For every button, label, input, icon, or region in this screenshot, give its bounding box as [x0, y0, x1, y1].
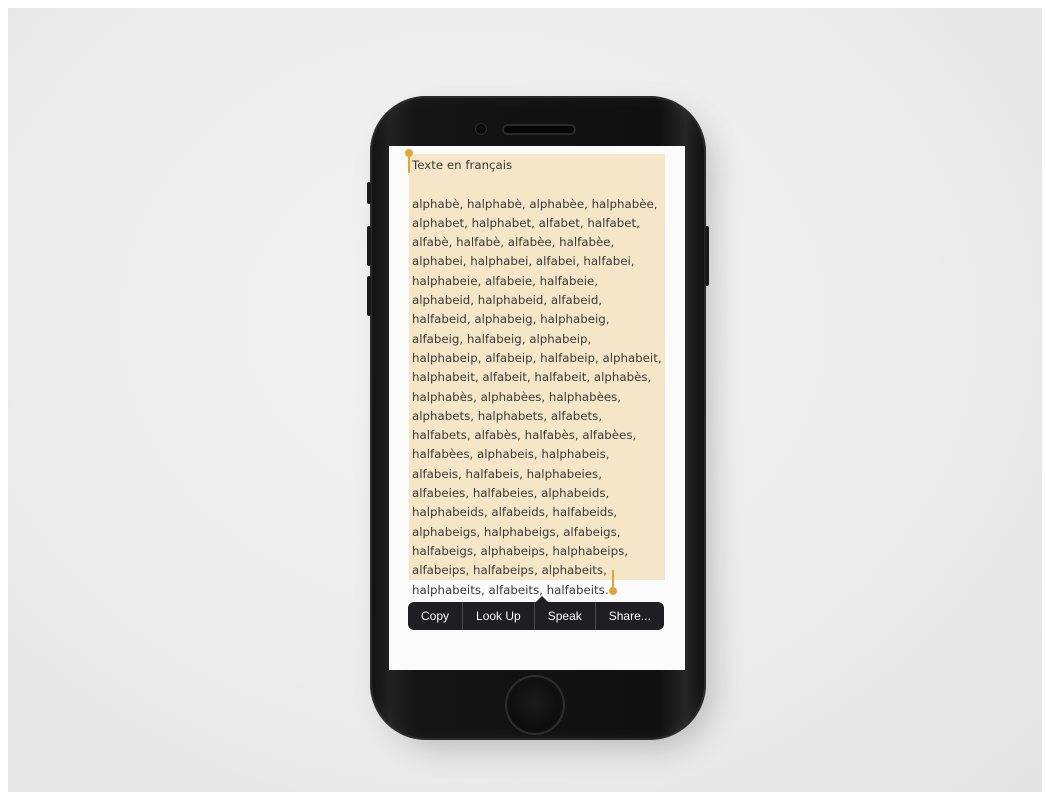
text-line: alphabeid, halphabeid, alfabeid, [412, 293, 603, 308]
text-line: alfabeig, halfabeig, alphabeip, [412, 331, 592, 346]
home-button[interactable] [507, 677, 563, 733]
phone-device: Texte en français alphabè, halphabè, alp… [367, 96, 709, 740]
text-line: halphabeie, alfabeie, halfabeie, [412, 273, 599, 288]
share-button[interactable]: Share... [596, 602, 664, 630]
text-line: halphabeids, alfabeids, halfabeids, [412, 505, 618, 520]
document-title: Texte en français [412, 158, 513, 172]
text-line: halphabeip, alfabeip, halfabeip, alphabe… [412, 350, 662, 365]
text-line: alphabeigs, halphabeigs, alfabeigs, [412, 524, 621, 539]
text-line: halfabeigs, alphabeips, halphabeips, [412, 543, 628, 558]
copy-button[interactable]: Copy [408, 602, 464, 630]
text-line: alphabei, halphabei, alfabei, halfabei, [412, 254, 635, 269]
phone-screen: Texte en français alphabè, halphabè, alp… [389, 146, 685, 670]
text-line: alphabet, halphabet, alfabet, halfabet, [412, 215, 640, 230]
selection-end-grip[interactable] [609, 587, 617, 595]
text-line: alfabeips, halfabeips, alphabeits, [412, 563, 607, 578]
document-text[interactable]: Texte en français alphabè, halphabè, alp… [412, 156, 674, 600]
selection-start-handle[interactable] [405, 149, 413, 173]
front-camera-icon [476, 124, 486, 134]
earpiece-speaker [504, 126, 574, 133]
text-line: halphabès, alphabèes, halphabèes, [412, 389, 621, 404]
selection-start-grip[interactable] [405, 149, 413, 157]
text-line: halphabeit, alfabeit, halfabeit, alphabè… [412, 370, 652, 385]
selection-end-handle[interactable] [609, 570, 617, 595]
text-line: halfabets, alfabès, halfabès, alfabèes, [412, 428, 637, 443]
text-line: alphabè, halphabè, alphabèe, halphabèe, [412, 196, 658, 211]
power-button [705, 226, 709, 286]
text-line: halfabèes, alphabeis, halphabeis, [412, 447, 610, 462]
look-up-button[interactable]: Look Up [463, 602, 535, 630]
menu-pointer-arrow [536, 596, 548, 602]
text-line: halfabeid, alphabeig, halphabeig, [412, 312, 610, 327]
volume-down-button [367, 276, 371, 316]
volume-up-button [367, 226, 371, 266]
speak-button[interactable]: Speak [535, 602, 596, 630]
text-line: alphabets, halphabets, alfabets, [412, 408, 603, 423]
mute-switch [367, 182, 371, 204]
text-line: alfabeis, halfabeis, halphabeies, [412, 466, 602, 481]
text-line: alfabeies, halfabeies, alphabeids, [412, 486, 610, 501]
text-line: alfabè, halfabè, alfabèe, halfabèe, [412, 235, 615, 250]
edit-context-menu: Copy Look Up Speak Share... [408, 596, 664, 630]
